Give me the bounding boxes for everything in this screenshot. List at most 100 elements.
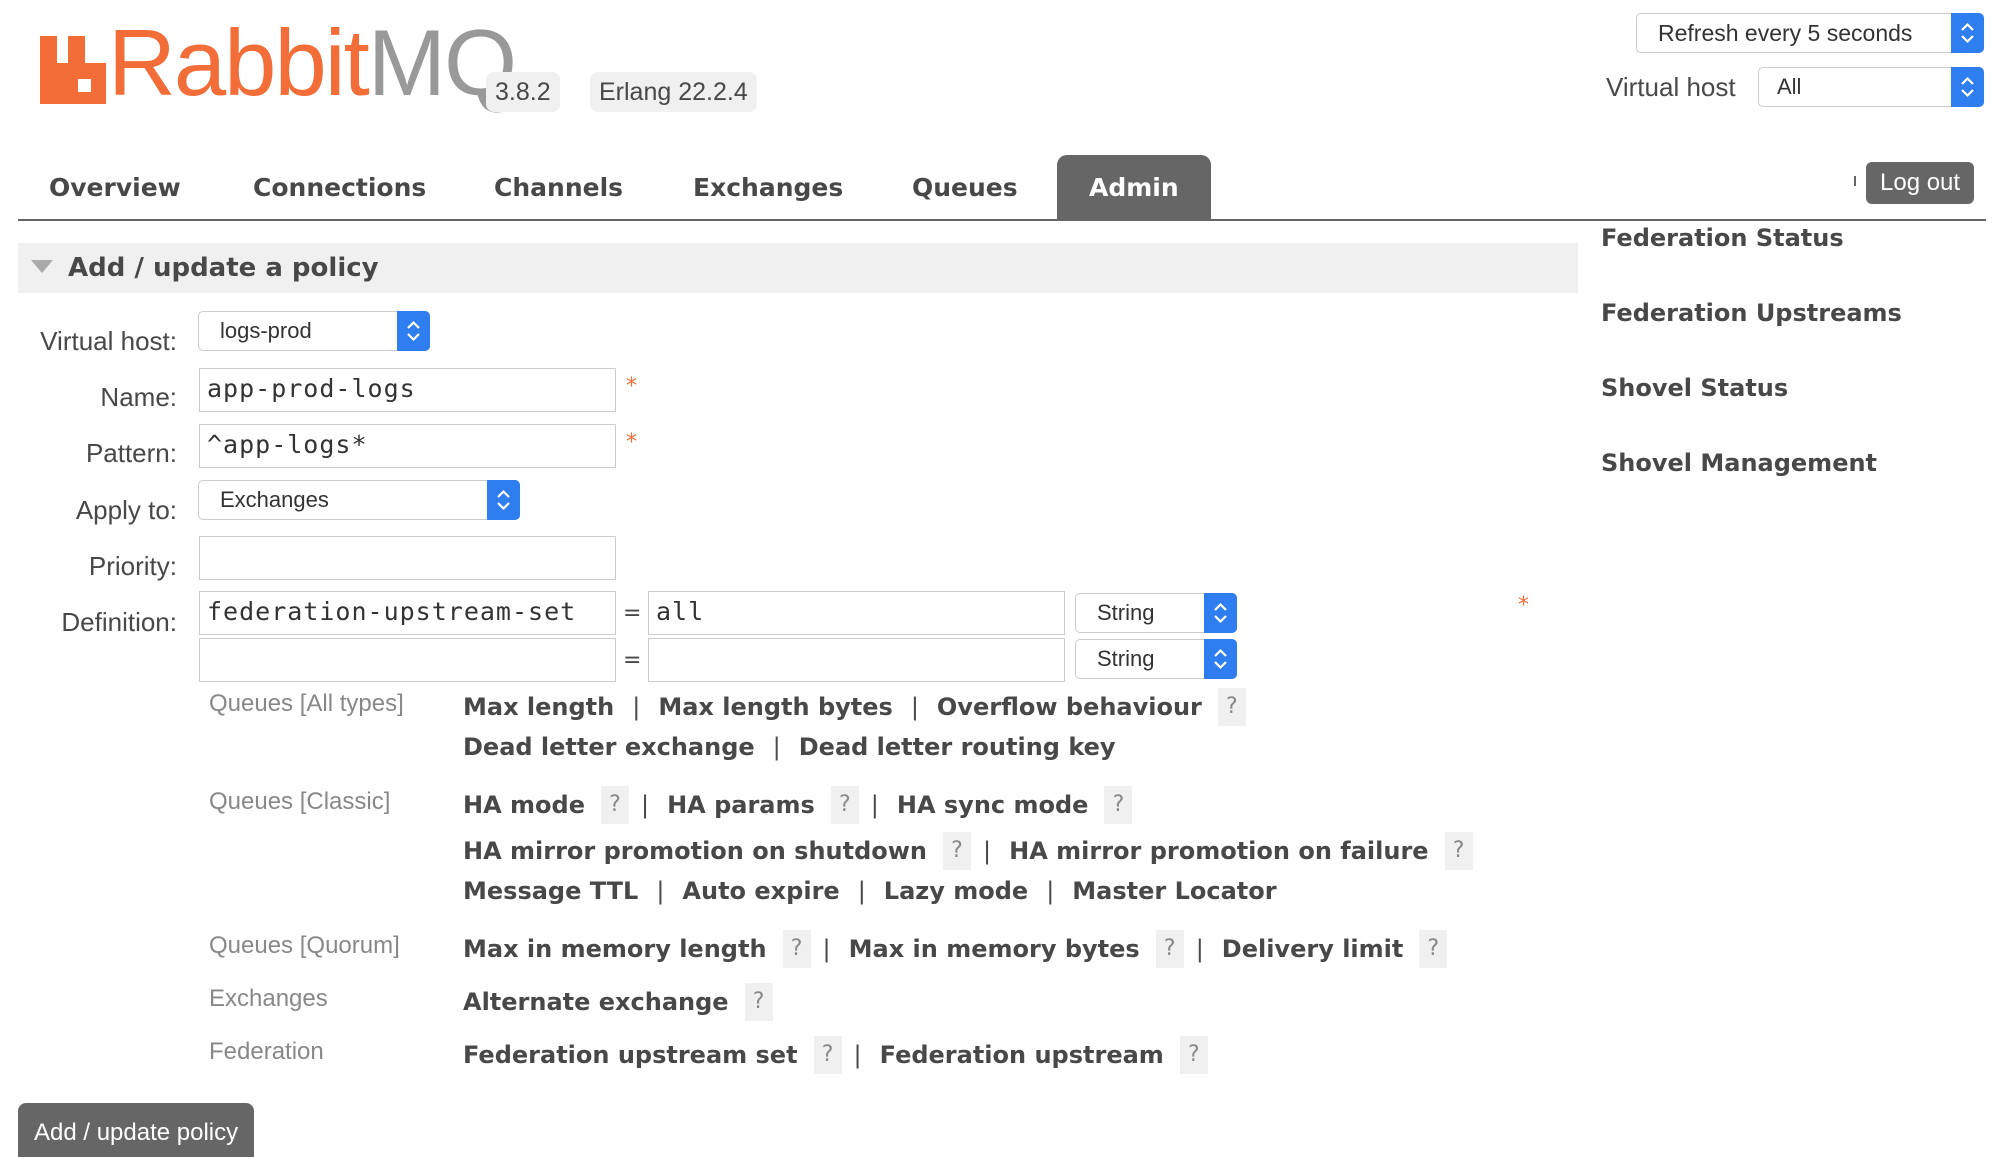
section-title: Add / update a policy <box>68 253 379 283</box>
required-marker: * <box>626 430 637 455</box>
add-update-policy-button[interactable]: Add / update policy <box>18 1103 255 1157</box>
key-dead-letter-routing-key[interactable]: Dead letter routing key <box>799 733 1116 761</box>
sidebar-item-shovel-management[interactable]: Shovel Management <box>1601 449 1877 477</box>
apply-to-select[interactable]: Exchanges <box>198 480 520 520</box>
key-federation-upstream[interactable]: Federation upstream <box>880 1041 1164 1069</box>
separator: | <box>983 837 992 865</box>
policy-vhost-select[interactable]: logs-prod <box>198 311 430 351</box>
sidebar-item-shovel-status[interactable]: Shovel Status <box>1601 374 1788 402</box>
tab-channels[interactable]: Channels <box>494 155 623 219</box>
key-ha-promotion-failure[interactable]: HA mirror promotion on failure <box>1009 837 1428 865</box>
separator: | <box>640 791 650 819</box>
separator: | <box>853 1041 862 1069</box>
key-ha-sync-mode[interactable]: HA sync mode <box>897 791 1089 819</box>
help-icon[interactable]: ? <box>782 930 811 968</box>
definition-key-input[interactable] <box>199 638 616 682</box>
pattern-input[interactable]: ^app-logs* <box>199 424 616 468</box>
sidebar-item-federation-upstreams[interactable]: Federation Upstreams <box>1601 299 1902 327</box>
key-delivery-limit[interactable]: Delivery limit <box>1222 935 1404 963</box>
equals-sign: = <box>623 648 642 673</box>
help-icon[interactable]: ? <box>744 983 773 1021</box>
definition-value-input[interactable] <box>648 638 1065 682</box>
help-icon[interactable]: ? <box>1179 1036 1208 1074</box>
rabbitmq-logo: RabbitMQ TM <box>40 16 534 110</box>
definition-type-value: String <box>1097 646 1155 671</box>
pattern-label: Pattern: <box>85 438 177 468</box>
policy-section-header[interactable]: Add / update a policy <box>18 243 1578 293</box>
key-list: Dead letter exchange | Dead letter routi… <box>463 733 1116 761</box>
sidebar-item-federation-status[interactable]: Federation Status <box>1601 224 1844 252</box>
rabbitmq-logo-icon <box>40 36 106 104</box>
separator: | <box>1195 935 1204 963</box>
separator: | <box>772 733 781 761</box>
key-group-exchanges: Exchanges <box>209 985 328 1012</box>
logo-wordmark: RabbitMQ <box>108 10 517 115</box>
help-icon[interactable]: ? <box>813 1036 842 1074</box>
select-arrows-icon <box>1951 67 1984 107</box>
apply-to-value: Exchanges <box>220 487 329 512</box>
key-auto-expire[interactable]: Auto expire <box>682 877 839 905</box>
key-max-length[interactable]: Max length <box>463 693 614 721</box>
select-arrows-icon <box>397 311 430 351</box>
tab-connections[interactable]: Connections <box>253 155 426 219</box>
key-group-federation: Federation <box>209 1038 324 1065</box>
definition-type-select[interactable]: String <box>1075 593 1237 633</box>
separator: | <box>910 693 919 721</box>
priority-label: Priority: <box>88 551 177 581</box>
key-group-queues-classic: Queues [Classic] <box>209 788 391 815</box>
key-group-queues-quorum: Queues [Quorum] <box>209 932 400 959</box>
key-alternate-exchange[interactable]: Alternate exchange <box>463 988 729 1016</box>
definition-type-select[interactable]: String <box>1075 639 1237 679</box>
logout-button[interactable]: Log out <box>1866 162 1975 204</box>
key-ha-params[interactable]: HA params <box>667 791 815 819</box>
key-federation-upstream-set[interactable]: Federation upstream set <box>463 1041 798 1069</box>
virtual-host-select[interactable]: All <box>1758 67 1984 107</box>
definition-type-value: String <box>1097 600 1155 625</box>
priority-input[interactable] <box>199 536 616 580</box>
help-icon[interactable]: ? <box>1444 832 1473 870</box>
definition-key-input[interactable]: federation-upstream-set <box>199 591 616 635</box>
help-icon[interactable]: ? <box>1217 688 1246 726</box>
key-master-locator[interactable]: Master Locator <box>1072 877 1276 905</box>
name-input[interactable]: app-prod-logs <box>199 368 616 412</box>
virtual-host-label: Virtual host <box>1606 72 1736 102</box>
key-lazy-mode[interactable]: Lazy mode <box>884 877 1028 905</box>
separator: | <box>822 935 831 963</box>
version-badge: 3.8.2 <box>486 72 560 112</box>
help-icon[interactable]: ? <box>600 786 629 824</box>
select-arrows-icon <box>1951 13 1984 53</box>
erlang-version-badge: Erlang 22.2.4 <box>590 72 757 112</box>
refresh-interval-value: Refresh every 5 seconds <box>1658 20 1913 46</box>
help-icon[interactable]: ? <box>943 832 972 870</box>
help-icon[interactable]: ? <box>1419 930 1448 968</box>
key-dead-letter-exchange[interactable]: Dead letter exchange <box>463 733 755 761</box>
key-overflow-behaviour[interactable]: Overflow behaviour <box>937 693 1202 721</box>
help-icon[interactable]: ? <box>830 786 859 824</box>
equals-sign: = <box>623 601 642 626</box>
policy-vhost-value: logs-prod <box>220 318 312 343</box>
separator: | <box>656 877 665 905</box>
key-message-ttl[interactable]: Message TTL <box>463 877 638 905</box>
select-arrows-icon <box>1204 593 1237 633</box>
name-label: Name: <box>100 382 177 412</box>
key-max-in-memory-bytes[interactable]: Max in memory bytes <box>849 935 1140 963</box>
help-icon[interactable]: ? <box>1104 786 1133 824</box>
key-max-length-bytes[interactable]: Max length bytes <box>658 693 892 721</box>
main-nav: Overview Connections Channels Exchanges … <box>18 155 1986 221</box>
tab-overview[interactable]: Overview <box>49 155 181 219</box>
collapse-triangle-icon <box>31 260 53 273</box>
key-max-in-memory-length[interactable]: Max in memory length <box>463 935 767 963</box>
tab-queues[interactable]: Queues <box>912 155 1018 219</box>
divider <box>1854 176 1856 186</box>
key-list: Message TTL | Auto expire | Lazy mode | … <box>463 877 1277 905</box>
tab-admin[interactable]: Admin <box>1057 155 1211 219</box>
key-ha-promotion-shutdown[interactable]: HA mirror promotion on shutdown <box>463 837 927 865</box>
tab-exchanges[interactable]: Exchanges <box>693 155 843 219</box>
separator: | <box>1046 877 1055 905</box>
key-ha-mode[interactable]: HA mode <box>463 791 585 819</box>
virtual-host-value: All <box>1777 74 1802 99</box>
refresh-interval-select[interactable]: Refresh every 5 seconds <box>1636 13 1984 53</box>
help-icon[interactable]: ? <box>1155 930 1184 968</box>
separator: | <box>870 791 879 819</box>
definition-value-input[interactable]: all <box>648 591 1065 635</box>
